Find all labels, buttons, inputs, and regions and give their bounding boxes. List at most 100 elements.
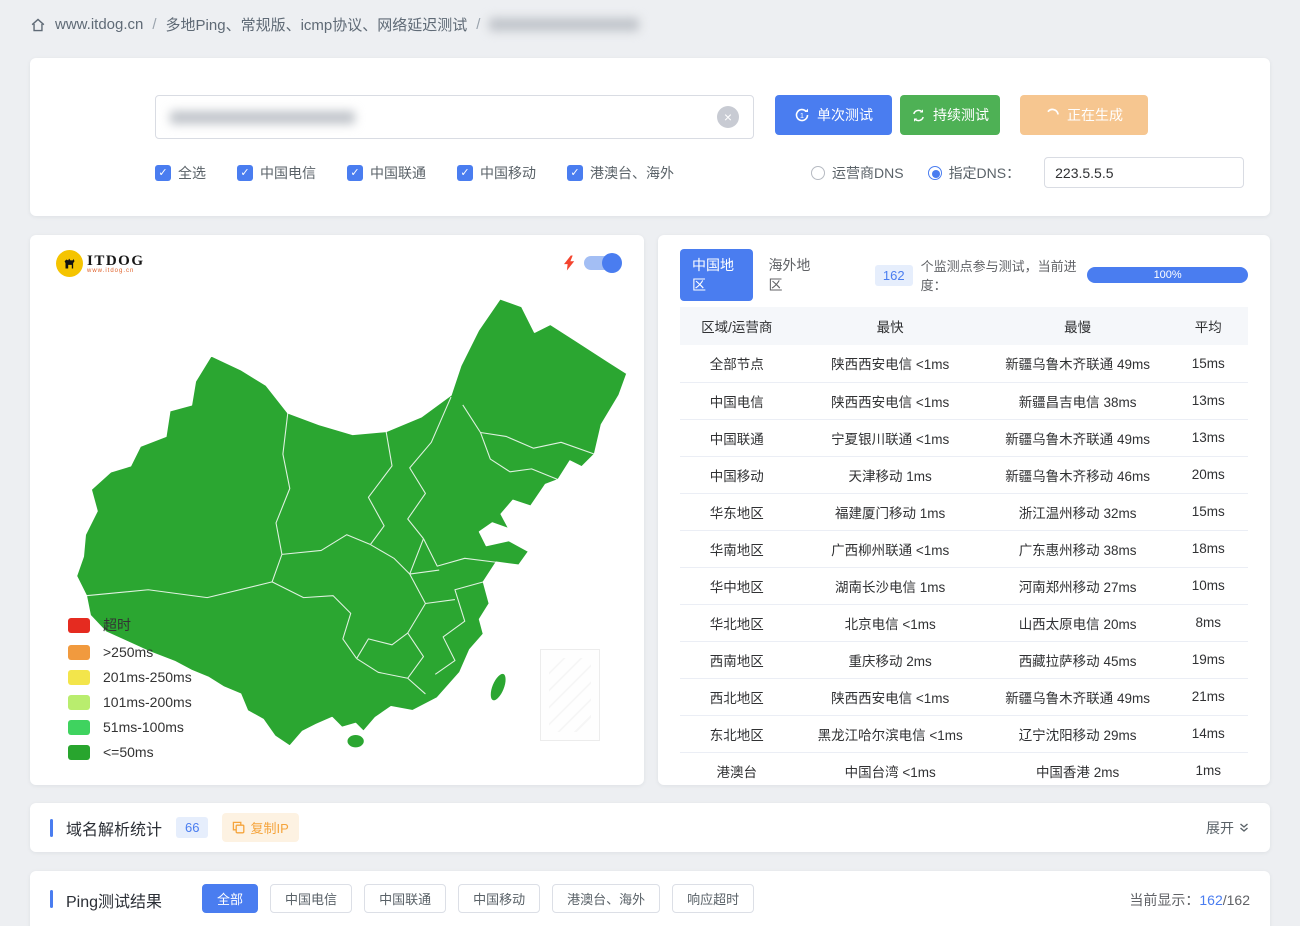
dns-input[interactable] (1044, 157, 1245, 188)
table-row: 中国移动 天津移动 1ms 新疆乌鲁木齐移动 46ms 20ms (680, 456, 1248, 494)
table-row: 全部节点 陕西西安电信 <1ms 新疆乌鲁木齐联通 49ms 15ms (680, 345, 1248, 383)
copy-icon (233, 821, 245, 834)
dns-stats-title: 域名解析统计 (66, 821, 163, 839)
col-region: 区域/运营商 (680, 307, 794, 345)
legend-swatch-51-100 (68, 719, 90, 735)
checkbox-china-telecom[interactable]: ✓ 中国电信 (237, 163, 316, 183)
breadcrumb-page[interactable]: 多地Ping、常规版、icmp协议、网络延迟测试 (166, 14, 468, 35)
radio-carrier-dns[interactable]: 运营商DNS (811, 163, 904, 183)
table-row: 中国电信 陕西西安电信 <1ms 新疆昌吉电信 38ms 13ms (680, 382, 1248, 420)
single-test-label: 单次测试 (817, 107, 873, 123)
cell-fastest: 宁夏银川联通 <1ms (793, 419, 987, 457)
host-input[interactable]: × (155, 95, 754, 139)
filter-mobile-button[interactable]: 中国移动 (458, 884, 541, 913)
table-row: 西南地区 重庆移动 2ms 西藏拉萨移动 45ms 19ms (680, 641, 1248, 679)
copy-ip-button[interactable]: 复制IP (222, 813, 299, 842)
progress-bar: 100% (1087, 267, 1248, 283)
check-icon: ✓ (567, 164, 583, 181)
latency-table: 区域/运营商 最快 最慢 平均 全部节点 陕西西安电信 <1ms 新疆乌鲁木齐联通 … (680, 307, 1248, 785)
cell-region: 华中地区 (680, 567, 794, 605)
generating-button: 正在生成 (1020, 95, 1148, 135)
dns-radio-group: 运营商DNS 指定DNS： (811, 163, 1044, 183)
legend-label: 101ms-200ms (103, 694, 192, 710)
cell-fastest: 陕西西安电信 <1ms (793, 345, 987, 383)
table-row: 东北地区 黑龙江哈尔滨电信 <1ms 辽宁沈阳移动 29ms 14ms (680, 715, 1248, 753)
checkbox-overseas[interactable]: ✓ 港澳台、海外 (567, 163, 674, 183)
legend-label: 201ms-250ms (103, 669, 192, 685)
filter-telecom-button[interactable]: 中国电信 (270, 884, 353, 913)
cell-average: 15ms (1168, 493, 1248, 531)
legend-item: 201ms-250ms (68, 669, 192, 685)
itdog-ping-page: www.itdog.cn / 多地Ping、常规版、icmp协议、网络延迟测试 … (0, 0, 1300, 926)
cell-slowest: 新疆乌鲁木齐移动 46ms (986, 456, 1169, 494)
search-panel: × 1 单次测试 持续测试 正在生成 ✓ 全选 ✓ 中国电信 ✓ 中国联通 ✓ … (30, 58, 1270, 216)
cell-average: 1ms (1168, 752, 1248, 785)
cell-average: 13ms (1168, 382, 1248, 420)
cell-fastest: 黑龙江哈尔滨电信 <1ms (793, 715, 987, 753)
cell-fastest: 福建厦门移动 1ms (793, 493, 987, 531)
tab-overseas-region[interactable]: 海外地区 (768, 255, 817, 295)
radio-label: 运营商DNS (832, 164, 904, 181)
cell-average: 13ms (1168, 419, 1248, 457)
cell-fastest: 湖南长沙电信 1ms (793, 567, 987, 605)
itdog-logo: ITDOG www.itdog.cn (56, 250, 145, 277)
legend-item: <=50ms (68, 744, 192, 760)
cell-average: 15ms (1168, 345, 1248, 383)
check-icon: ✓ (457, 164, 473, 181)
cell-region: 中国移动 (680, 456, 794, 494)
shown-count-value: 162 (1199, 892, 1223, 908)
check-icon: ✓ (347, 164, 363, 181)
col-slowest: 最慢 (986, 307, 1169, 345)
continuous-test-button[interactable]: 持续测试 (900, 95, 1000, 135)
radio-specified-dns[interactable]: 指定DNS： (927, 163, 1020, 183)
cell-region: 中国联通 (680, 419, 794, 457)
legend-label: >250ms (103, 644, 154, 660)
logo-title: ITDOG (87, 252, 145, 269)
legend-item: 超时 (68, 615, 192, 635)
breadcrumb-redacted-domain (489, 18, 640, 31)
tab-china-region[interactable]: 中国地区 (680, 249, 754, 301)
breadcrumb: www.itdog.cn / 多地Ping、常规版、icmp协议、网络延迟测试 … (30, 14, 640, 35)
cell-region: 西北地区 (680, 678, 794, 716)
refresh-cycle-icon (913, 108, 924, 122)
spinner-icon (1047, 108, 1059, 115)
filter-unicom-button[interactable]: 中国联通 (364, 884, 447, 913)
toggle-knob (602, 253, 622, 273)
filter-overseas-button[interactable]: 港澳台、海外 (552, 884, 661, 913)
legend-swatch-201-250 (68, 669, 90, 685)
single-test-button[interactable]: 1 单次测试 (775, 95, 892, 135)
legend-item: 101ms-200ms (68, 694, 192, 710)
dns-count-badge: 66 (176, 817, 209, 838)
toggle-switch[interactable] (584, 253, 622, 273)
cell-region: 中国电信 (680, 382, 794, 420)
map-panel: ITDOG www.itdog.cn 超时 >250ms 201ms-250ms… (30, 235, 644, 785)
cell-fastest: 陕西西安电信 <1ms (793, 678, 987, 716)
cell-region: 全部节点 (680, 345, 794, 383)
cell-fastest: 陕西西安电信 <1ms (793, 382, 987, 420)
clear-input-icon[interactable]: × (717, 106, 739, 128)
map-mode-toggle[interactable] (564, 253, 622, 273)
checkbox-china-mobile[interactable]: ✓ 中国移动 (457, 163, 536, 183)
cell-slowest: 中国香港 2ms (986, 752, 1169, 785)
table-row: 华东地区 福建厦门移动 1ms 浙江温州移动 32ms 15ms (680, 493, 1248, 531)
checkbox-label: 港澳台、海外 (590, 164, 674, 181)
legend-item: >250ms (68, 644, 192, 660)
dns-stats-panel: 域名解析统计 66 复制IP 展开 (30, 803, 1270, 852)
shown-count-label: 当前显示： (1129, 892, 1200, 908)
host-input-redacted-value (170, 110, 355, 124)
filter-timeout-button[interactable]: 响应超时 (672, 884, 755, 913)
expand-button[interactable]: 展开 (1206, 818, 1250, 838)
checkbox-china-unicom[interactable]: ✓ 中国联通 (347, 163, 426, 183)
progress-label: 个监测点参与测试，当前进度： (920, 259, 1077, 293)
south-china-sea-inset (540, 649, 600, 741)
cell-average: 8ms (1168, 604, 1248, 642)
cell-fastest: 北京电信 <1ms (793, 604, 987, 642)
cell-region: 华南地区 (680, 530, 794, 568)
checkbox-select-all[interactable]: ✓ 全选 (155, 163, 206, 183)
home-icon[interactable] (30, 17, 46, 33)
monitor-count-badge: 162 (874, 264, 913, 286)
ping-filter-group: 全部 中国电信 中国联通 中国移动 港澳台、海外 响应超时 (202, 884, 755, 913)
table-row: 港澳台 中国台湾 <1ms 中国香港 2ms 1ms (680, 752, 1248, 785)
breadcrumb-site[interactable]: www.itdog.cn (55, 16, 143, 33)
filter-all-button[interactable]: 全部 (202, 884, 259, 913)
